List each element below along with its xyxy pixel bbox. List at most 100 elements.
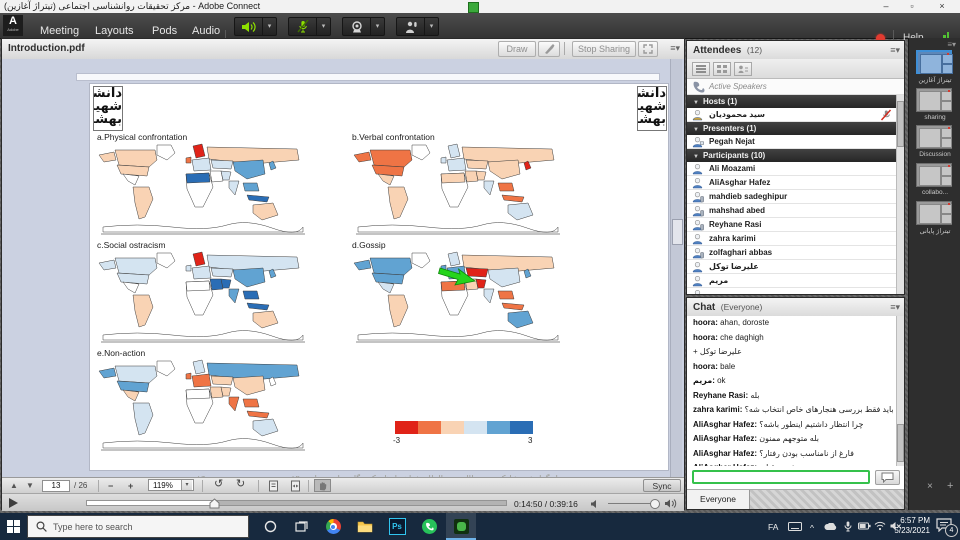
zoom-dropdown-icon[interactable]: ▾ — [181, 480, 192, 490]
tray-wifi-icon[interactable] — [874, 521, 886, 531]
menu-meeting[interactable]: Meeting — [40, 25, 79, 37]
layout-thumbnail-selected[interactable] — [916, 50, 952, 74]
chrome-button[interactable] — [318, 513, 348, 540]
volume-knob[interactable] — [650, 499, 660, 509]
attendee-grid-view-button[interactable] — [713, 62, 731, 76]
chat-pod-menu-icon[interactable]: ≡▾ — [890, 302, 900, 313]
layout-item-3[interactable]: Discussion — [916, 125, 954, 158]
attendee-row[interactable]: zolfaghari abbas — [687, 246, 896, 260]
fullscreen-button[interactable] — [638, 41, 658, 57]
layouts-close-icon[interactable]: × — [927, 481, 933, 492]
fit-page-button[interactable] — [268, 480, 280, 492]
webcam-dropdown[interactable]: ▾ — [371, 17, 385, 36]
tray-keyboard-icon[interactable] — [788, 522, 802, 531]
whatsapp-button[interactable] — [414, 513, 444, 540]
zoom-in-button[interactable]: + — [128, 480, 133, 492]
chat-tab-everyone[interactable]: Everyone — [687, 490, 750, 509]
zoom-level-select[interactable]: 119% ▾ — [148, 479, 194, 491]
share-pod-menu-icon[interactable]: ≡▾ — [670, 43, 680, 54]
microphone-button[interactable] — [288, 17, 317, 36]
hand-tool-button[interactable] — [314, 479, 331, 492]
attendee-row[interactable]: علیرضا توکل — [687, 260, 896, 274]
tray-clock[interactable]: 6:57 PM 5/23/2021 — [886, 516, 930, 536]
zoom-out-button[interactable]: − — [108, 480, 113, 492]
stop-sharing-button[interactable]: Stop Sharing — [572, 41, 636, 57]
attendee-row[interactable]: AliAsghar Hafez — [687, 176, 896, 190]
active-speakers-row[interactable]: Active Speakers — [687, 79, 904, 95]
close-button[interactable]: × — [934, 0, 950, 12]
task-view-button[interactable] — [287, 513, 317, 540]
rotate-right-button[interactable]: ↻ — [236, 478, 245, 490]
layout-item-5[interactable]: تیتراژ پایانی — [916, 201, 954, 235]
webcam-button[interactable] — [342, 17, 371, 36]
attendee-row[interactable]: Reyhane Rasi — [687, 218, 896, 232]
play-button[interactable] — [9, 498, 18, 508]
layout-item-4[interactable]: collabo... — [916, 163, 954, 196]
attendee-group-header[interactable]: ▼Participants (10) — [687, 149, 896, 162]
attendee-row[interactable]: zahra karimi — [687, 232, 896, 246]
layout-thumbnail[interactable] — [916, 88, 952, 112]
start-button[interactable] — [0, 513, 27, 540]
attendees-pod-menu-icon[interactable]: ≡▾ — [890, 45, 900, 56]
rotate-left-button[interactable]: ↺ — [214, 478, 223, 490]
menu-pods[interactable]: Pods — [152, 25, 177, 37]
page-up-button[interactable]: ▲ — [10, 480, 18, 492]
notification-badge: 4 — [945, 524, 958, 537]
attendee-list-view-button[interactable] — [692, 62, 710, 76]
taskbar-search-input[interactable]: Type here to search — [27, 515, 249, 538]
speaker-dropdown[interactable]: ▾ — [263, 17, 277, 36]
attendee-row[interactable] — [687, 288, 896, 294]
draw-button[interactable]: Draw — [498, 41, 536, 57]
layout-item-1[interactable]: تیتراژ آغازین — [916, 50, 954, 84]
layout-thumbnail[interactable] — [916, 163, 952, 187]
raise-hand-button[interactable] — [396, 17, 425, 36]
layouts-panel-menu-icon[interactable]: ≡▾ — [947, 40, 956, 49]
action-center-button[interactable]: 4 — [936, 518, 954, 534]
attendees-scrollbar-thumb[interactable] — [897, 101, 904, 147]
chat-message-input[interactable] — [692, 470, 870, 484]
cortana-button[interactable] — [255, 513, 285, 540]
pdf-scrollbar[interactable] — [670, 59, 682, 477]
chat-scrollbar-thumb[interactable] — [897, 424, 904, 462]
file-explorer-button[interactable] — [350, 513, 380, 540]
menu-audio[interactable]: Audio — [192, 25, 220, 37]
microphone-dropdown[interactable]: ▾ — [317, 17, 331, 36]
attendee-row[interactable]: Pegah Nejat — [687, 135, 896, 149]
status-dropdown[interactable]: ▾ — [425, 17, 439, 36]
pdf-scrollbar-thumb[interactable] — [672, 219, 683, 245]
playhead-marker[interactable] — [209, 498, 220, 509]
sync-button[interactable]: Sync — [643, 479, 681, 492]
menu-layouts[interactable]: Layouts — [95, 25, 134, 37]
tray-microphone-icon[interactable] — [844, 521, 852, 532]
chat-send-button[interactable] — [875, 470, 900, 485]
attendee-row[interactable]: Ali Moazami — [687, 162, 896, 176]
tray-power-icon[interactable] — [858, 522, 871, 530]
attendee-row[interactable]: سید محمودیان — [687, 108, 896, 122]
page-number-input[interactable]: 13 — [42, 480, 70, 492]
attendee-row[interactable]: mahshad abed — [687, 204, 896, 218]
pen-tool-button[interactable] — [538, 41, 560, 57]
photoshop-button[interactable]: Ps — [382, 513, 412, 540]
page-down-button[interactable]: ▼ — [26, 480, 34, 492]
attendee-row[interactable]: mahdieb sadeghipur — [687, 190, 896, 204]
attendee-group-header[interactable]: ▼Presenters (1) — [687, 122, 896, 135]
attendee-row[interactable]: مریم — [687, 274, 896, 288]
layout-thumbnail[interactable] — [916, 125, 952, 149]
seek-track[interactable] — [86, 500, 507, 506]
attendees-scrollbar[interactable] — [896, 95, 904, 294]
layout-item-2[interactable]: sharing — [916, 88, 954, 121]
tray-onedrive-icon[interactable] — [824, 523, 838, 531]
layouts-add-icon[interactable]: + — [947, 480, 953, 492]
window-title: مرکز تحقیقات روانشناسی اجتماعی (تیتراژ آ… — [4, 1, 260, 12]
tray-language[interactable]: FA — [768, 522, 778, 532]
adobe-connect-button[interactable] — [446, 513, 476, 540]
attendee-status-view-button[interactable] — [734, 62, 752, 76]
tray-show-hidden-icon[interactable]: ^ — [810, 523, 814, 533]
minimize-button[interactable]: – — [878, 0, 894, 12]
chat-scrollbar[interactable] — [896, 316, 904, 466]
maximize-button[interactable]: ▫ — [904, 0, 920, 12]
attendee-group-header[interactable]: ▼Hosts (1) — [687, 95, 896, 108]
layout-thumbnail[interactable] — [916, 201, 952, 225]
speaker-button[interactable] — [234, 17, 263, 36]
fit-width-button[interactable] — [290, 480, 302, 492]
